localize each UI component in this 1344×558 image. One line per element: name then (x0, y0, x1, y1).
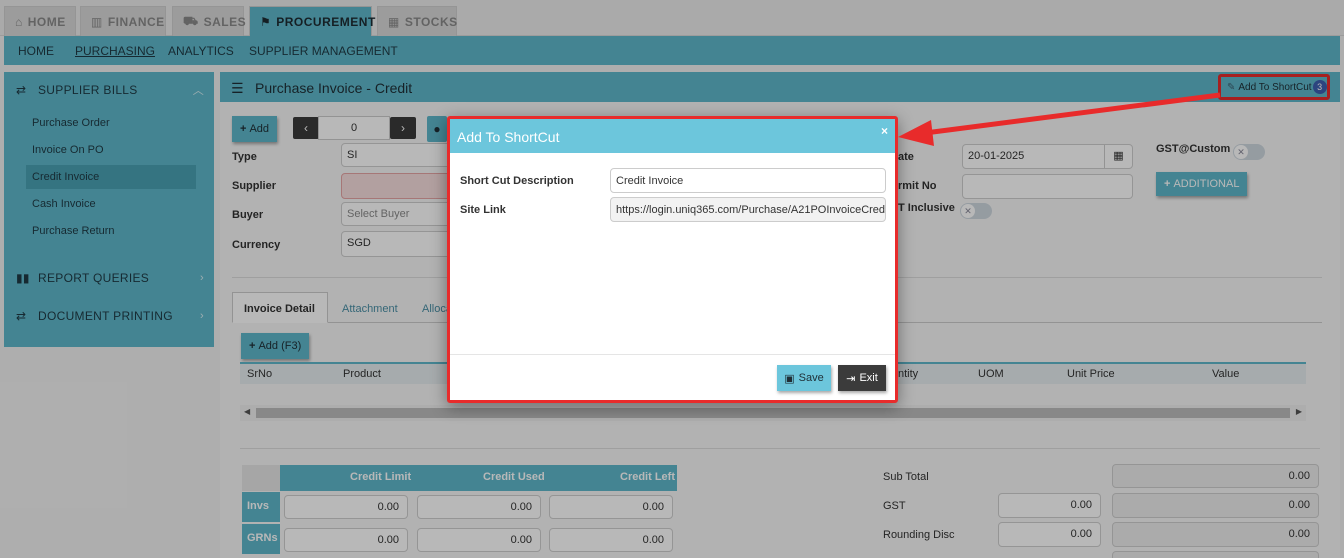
exit-button[interactable]: ⇥ Exit (838, 365, 886, 391)
close-icon[interactable]: × (881, 124, 888, 138)
save-button[interactable]: ▣ Save (777, 365, 831, 391)
add-shortcut-dialog: Add To ShortCut × Short Cut Description … (447, 116, 898, 403)
save-button-label: Save (798, 372, 824, 384)
exit-button-label: Exit (859, 372, 878, 384)
exit-icon: ⇥ (846, 372, 856, 385)
dialog-footer-divider (450, 354, 895, 355)
site-link-label: Site Link (460, 204, 506, 216)
floppy-icon: ▣ (784, 372, 795, 385)
site-link-input[interactable]: https://login.uniq365.com/Purchase/A21PO… (610, 197, 886, 222)
shortcut-description-label: Short Cut Description (460, 175, 574, 187)
dialog-header: Add To ShortCut × (450, 119, 895, 153)
shortcut-description-input[interactable]: Credit Invoice (610, 168, 886, 193)
dialog-title: Add To ShortCut (457, 129, 560, 145)
